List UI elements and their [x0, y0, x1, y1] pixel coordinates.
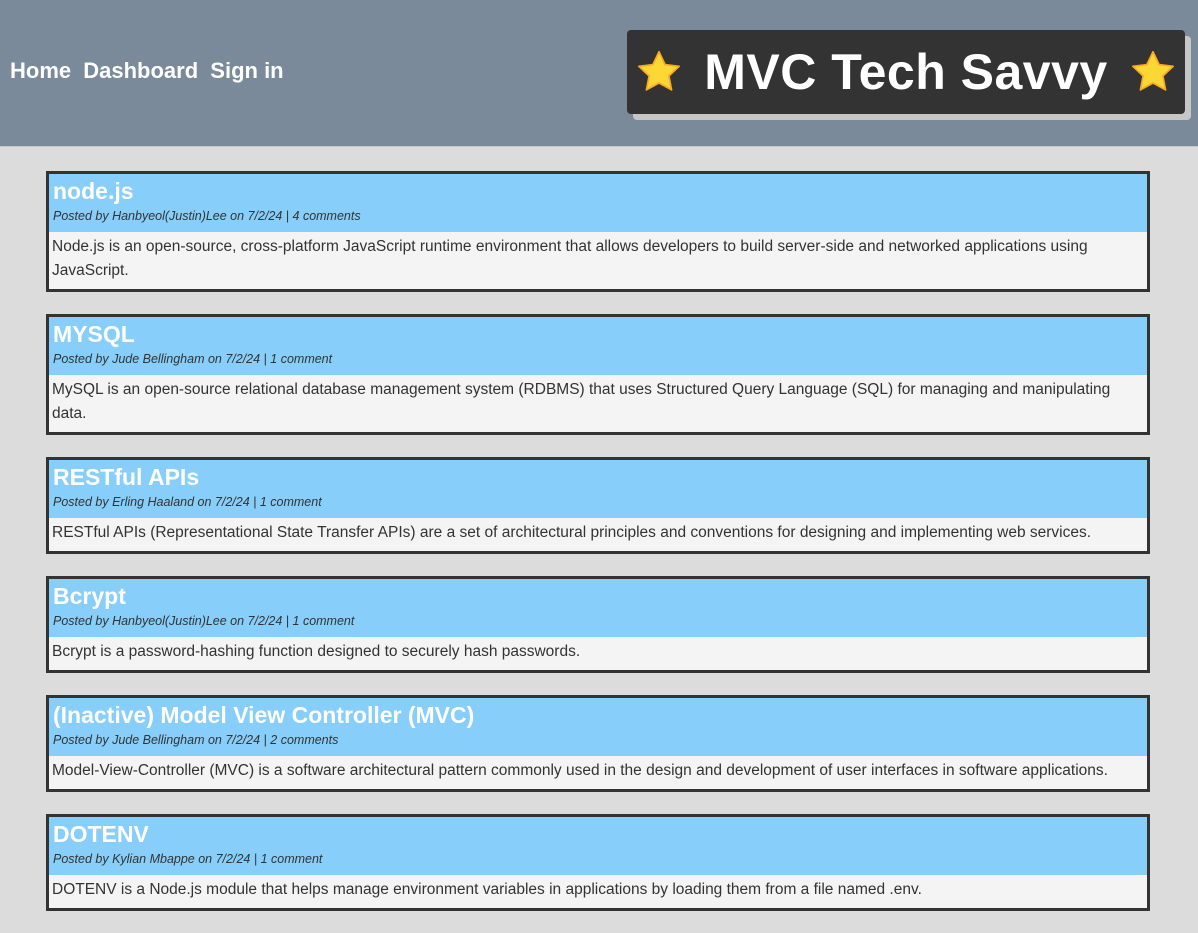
- post-comments-link[interactable]: 2 comments: [270, 733, 338, 747]
- post-card: MYSQL Posted by Jude Bellingham on 7/2/2…: [46, 314, 1150, 435]
- post-title-link[interactable]: Bcrypt: [53, 583, 1143, 610]
- post-body: DOTENV is a Node.js module that helps ma…: [52, 881, 922, 898]
- post-card: node.js Posted by Hanbyeol(Justin)Lee on…: [46, 171, 1150, 292]
- post-comments-link[interactable]: 1 comment: [270, 352, 332, 366]
- post-body: Node.js is an open-source, cross-platfor…: [52, 238, 1088, 279]
- post-title-link[interactable]: DOTENV: [53, 821, 1143, 848]
- post-meta: Posted by Hanbyeol(Justin)Lee on 7/2/24 …: [53, 613, 1143, 629]
- post-body: RESTful APIs (Representational State Tra…: [52, 524, 1092, 541]
- post-author-date: Posted by Kylian Mbappe on 7/2/24 |: [53, 852, 261, 866]
- post-header: (Inactive) Model View Controller (MVC) P…: [49, 698, 1147, 756]
- post-list: node.js Posted by Hanbyeol(Justin)Lee on…: [46, 171, 1150, 933]
- post-title-link[interactable]: (Inactive) Model View Controller (MVC): [53, 702, 1143, 729]
- post-card: Bcrypt Posted by Hanbyeol(Justin)Lee on …: [46, 576, 1150, 673]
- post-header: DOTENV Posted by Kylian Mbappe on 7/2/24…: [49, 817, 1147, 875]
- post-header: MYSQL Posted by Jude Bellingham on 7/2/2…: [49, 317, 1147, 375]
- nav-signin-link[interactable]: Sign in: [210, 58, 283, 83]
- nav-dashboard-link[interactable]: Dashboard: [83, 58, 198, 83]
- post-author-date: Posted by Hanbyeol(Justin)Lee on 7/2/24 …: [53, 614, 293, 628]
- post-meta: Posted by Jude Bellingham on 7/2/24 | 2 …: [53, 732, 1143, 748]
- star-icon: [638, 50, 681, 91]
- site-title: MVC Tech Savvy: [704, 44, 1108, 100]
- post-meta: Posted by Jude Bellingham on 7/2/24 | 1 …: [53, 351, 1143, 367]
- post-header: RESTful APIs Posted by Erling Haaland on…: [49, 460, 1147, 518]
- post-header: node.js Posted by Hanbyeol(Justin)Lee on…: [49, 174, 1147, 232]
- post-comments-link[interactable]: 1 comment: [260, 495, 322, 509]
- post-card: (Inactive) Model View Controller (MVC) P…: [46, 695, 1150, 792]
- post-author-date: Posted by Erling Haaland on 7/2/24 |: [53, 495, 260, 509]
- post-meta: Posted by Kylian Mbappe on 7/2/24 | 1 co…: [53, 851, 1143, 867]
- post-title-link[interactable]: node.js: [53, 178, 1143, 205]
- post-body: Bcrypt is a password-hashing function de…: [52, 643, 581, 660]
- post-author-date: Posted by Jude Bellingham on 7/2/24 |: [53, 733, 271, 747]
- post-body: Model-View-Controller (MVC) is a softwar…: [52, 762, 1108, 779]
- post-title-link[interactable]: RESTful APIs: [53, 464, 1143, 491]
- post-meta: Posted by Hanbyeol(Justin)Lee on 7/2/24 …: [53, 208, 1143, 224]
- post-body: MySQL is an open-source relational datab…: [52, 381, 1111, 422]
- brand-banner: MVC Tech Savvy: [627, 30, 1185, 114]
- post-comments-link[interactable]: 1 comment: [261, 852, 323, 866]
- post-meta: Posted by Erling Haaland on 7/2/24 | 1 c…: [53, 494, 1143, 510]
- post-card: RESTful APIs Posted by Erling Haaland on…: [46, 457, 1150, 554]
- post-header: Bcrypt Posted by Hanbyeol(Justin)Lee on …: [49, 579, 1147, 637]
- nav-home-link[interactable]: Home: [10, 58, 71, 83]
- site-header: Home Dashboard Sign in MVC Tech Savvy: [0, 0, 1198, 147]
- main-nav: Home Dashboard Sign in: [10, 58, 290, 84]
- post-title-link[interactable]: MYSQL: [53, 321, 1143, 348]
- post-comments-link[interactable]: 1 comment: [293, 614, 355, 628]
- post-card: DOTENV Posted by Kylian Mbappe on 7/2/24…: [46, 814, 1150, 911]
- post-comments-link[interactable]: 4 comments: [293, 209, 361, 223]
- star-icon: [1131, 50, 1174, 91]
- post-author-date: Posted by Hanbyeol(Justin)Lee on 7/2/24 …: [53, 209, 293, 223]
- post-author-date: Posted by Jude Bellingham on 7/2/24 |: [53, 352, 271, 366]
